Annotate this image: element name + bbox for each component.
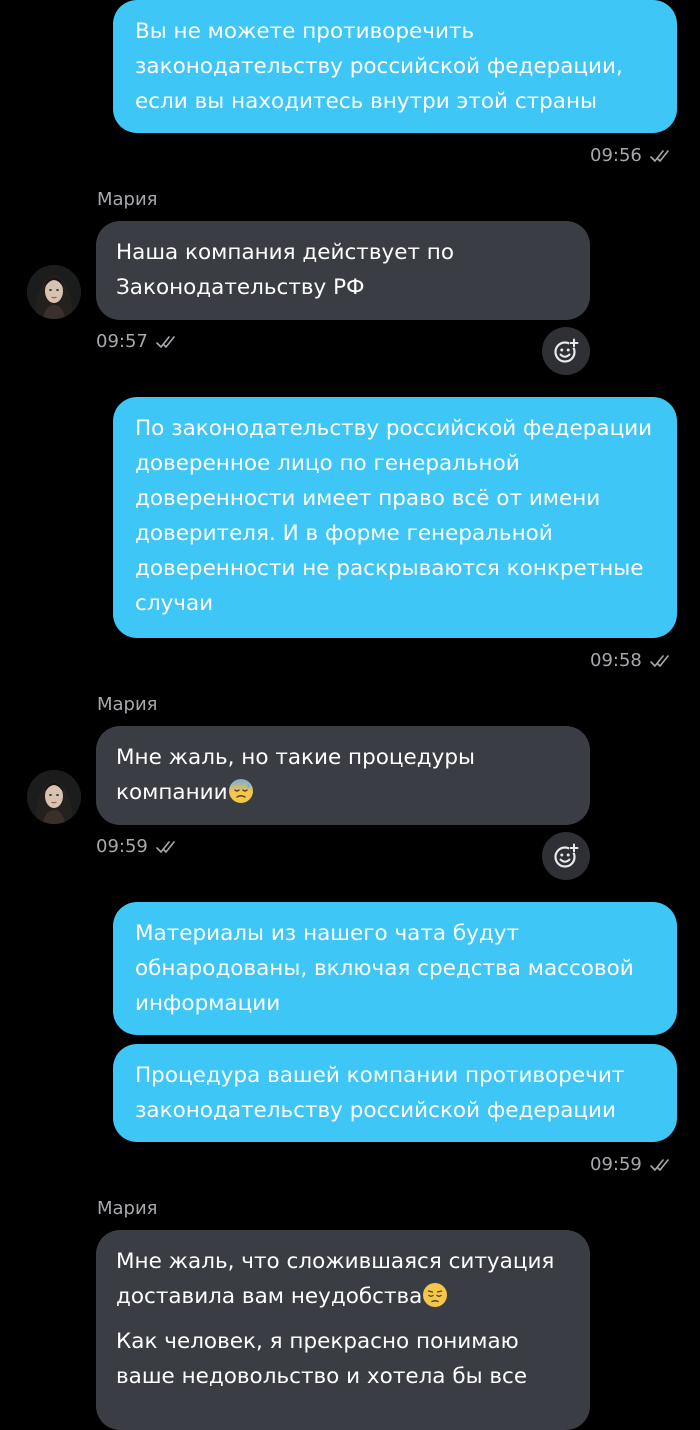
add-reaction-icon [552, 842, 580, 870]
message-text-line: законодательству российской федерации, [135, 54, 623, 79]
add-reaction-button[interactable] [542, 832, 590, 880]
message-text-line: доверенности не раскрываются конкретные [135, 556, 644, 581]
message-text-line: Законодательству РФ [116, 275, 365, 300]
message-time: 09:59 [590, 1154, 642, 1175]
message-bubble-outgoing[interactable]: Процедура вашей компании противоречит за… [113, 1044, 677, 1142]
message-time: 09:59 [96, 836, 148, 857]
message-text-line: обнародованы, включая средства массовой [135, 956, 634, 981]
sender-name: Мария [97, 189, 158, 210]
avatar[interactable] [27, 265, 81, 319]
message-text: компании [116, 780, 228, 805]
message-paragraph: Как человек, я прекрасно понимаю ваше не… [116, 1324, 570, 1394]
message-paragraph: Мне жаль, что сложившаяся ситуация доста… [116, 1244, 570, 1314]
double-check-icon [156, 335, 176, 349]
message-text-line: Вы не можете противоречить [135, 19, 475, 44]
message-bubble-outgoing[interactable]: По законодательству российской федерации… [113, 397, 677, 638]
message-text-line: Мне жаль, что сложившаяся ситуация [116, 1249, 555, 1274]
avatar[interactable] [27, 770, 81, 824]
add-reaction-icon [552, 337, 580, 365]
message-time: 09:56 [590, 145, 642, 166]
message-bubble-incoming[interactable]: Мне жаль, но такие процедуры компании [96, 726, 590, 825]
message-text-line: Наша компания действует по [116, 240, 455, 265]
message-meta: 09:56 [590, 145, 670, 166]
double-check-icon [650, 1158, 670, 1172]
message-text-line: доверителя. И в форме генеральной [135, 521, 553, 546]
message-meta: 09:57 [96, 331, 176, 352]
message-text-line: Материалы из нашего чата будут [135, 921, 519, 946]
message-text-line: доверенное лицо по генеральной [135, 451, 520, 476]
message-text-line: если вы находитесь внутри этой страны [135, 89, 598, 114]
message-meta: 09:59 [96, 836, 176, 857]
message-text-line: ваше недовольство и хотела бы все [116, 1364, 528, 1389]
message-time: 09:57 [96, 331, 148, 352]
message-time: 09:58 [590, 650, 642, 671]
add-reaction-button[interactable] [542, 327, 590, 375]
double-check-icon [156, 840, 176, 854]
message-text-line: Как человек, я прекрасно понимаю [116, 1329, 519, 1354]
message-text-line-with-emoji: компании [116, 775, 570, 810]
pensive-face-icon [423, 1283, 448, 1307]
message-meta: 09:58 [590, 650, 670, 671]
message-text: доставила вам неудобства [116, 1284, 423, 1309]
message-bubble-incoming[interactable]: Наша компания действует по Законодательс… [96, 221, 590, 320]
message-text-line: По законодательству российской федерации [135, 416, 653, 441]
double-check-icon [650, 654, 670, 668]
sender-name: Мария [97, 694, 158, 715]
message-bubble-outgoing[interactable]: Материалы из нашего чата будут обнародов… [113, 902, 677, 1035]
message-meta: 09:59 [590, 1154, 670, 1175]
message-text-line-with-emoji: доставила вам неудобства [116, 1279, 570, 1314]
message-text-line: доверенности имеет право всё от имени [135, 486, 601, 511]
message-text-line: законодательству российской федерации [135, 1098, 616, 1123]
message-text-line: Мне жаль, но такие процедуры [116, 745, 475, 770]
message-text-line: Процедура вашей компании противоречит [135, 1063, 625, 1088]
double-check-icon [650, 149, 670, 163]
sender-name: Мария [97, 1198, 158, 1219]
message-bubble-outgoing[interactable]: Вы не можете противоречить законодательс… [113, 0, 677, 133]
anxious-sweat-face-icon [228, 779, 253, 803]
message-text-line: информации [135, 991, 281, 1016]
message-bubble-incoming[interactable]: Мне жаль, что сложившаяся ситуация доста… [96, 1230, 590, 1430]
message-text-line: случаи [135, 591, 214, 616]
